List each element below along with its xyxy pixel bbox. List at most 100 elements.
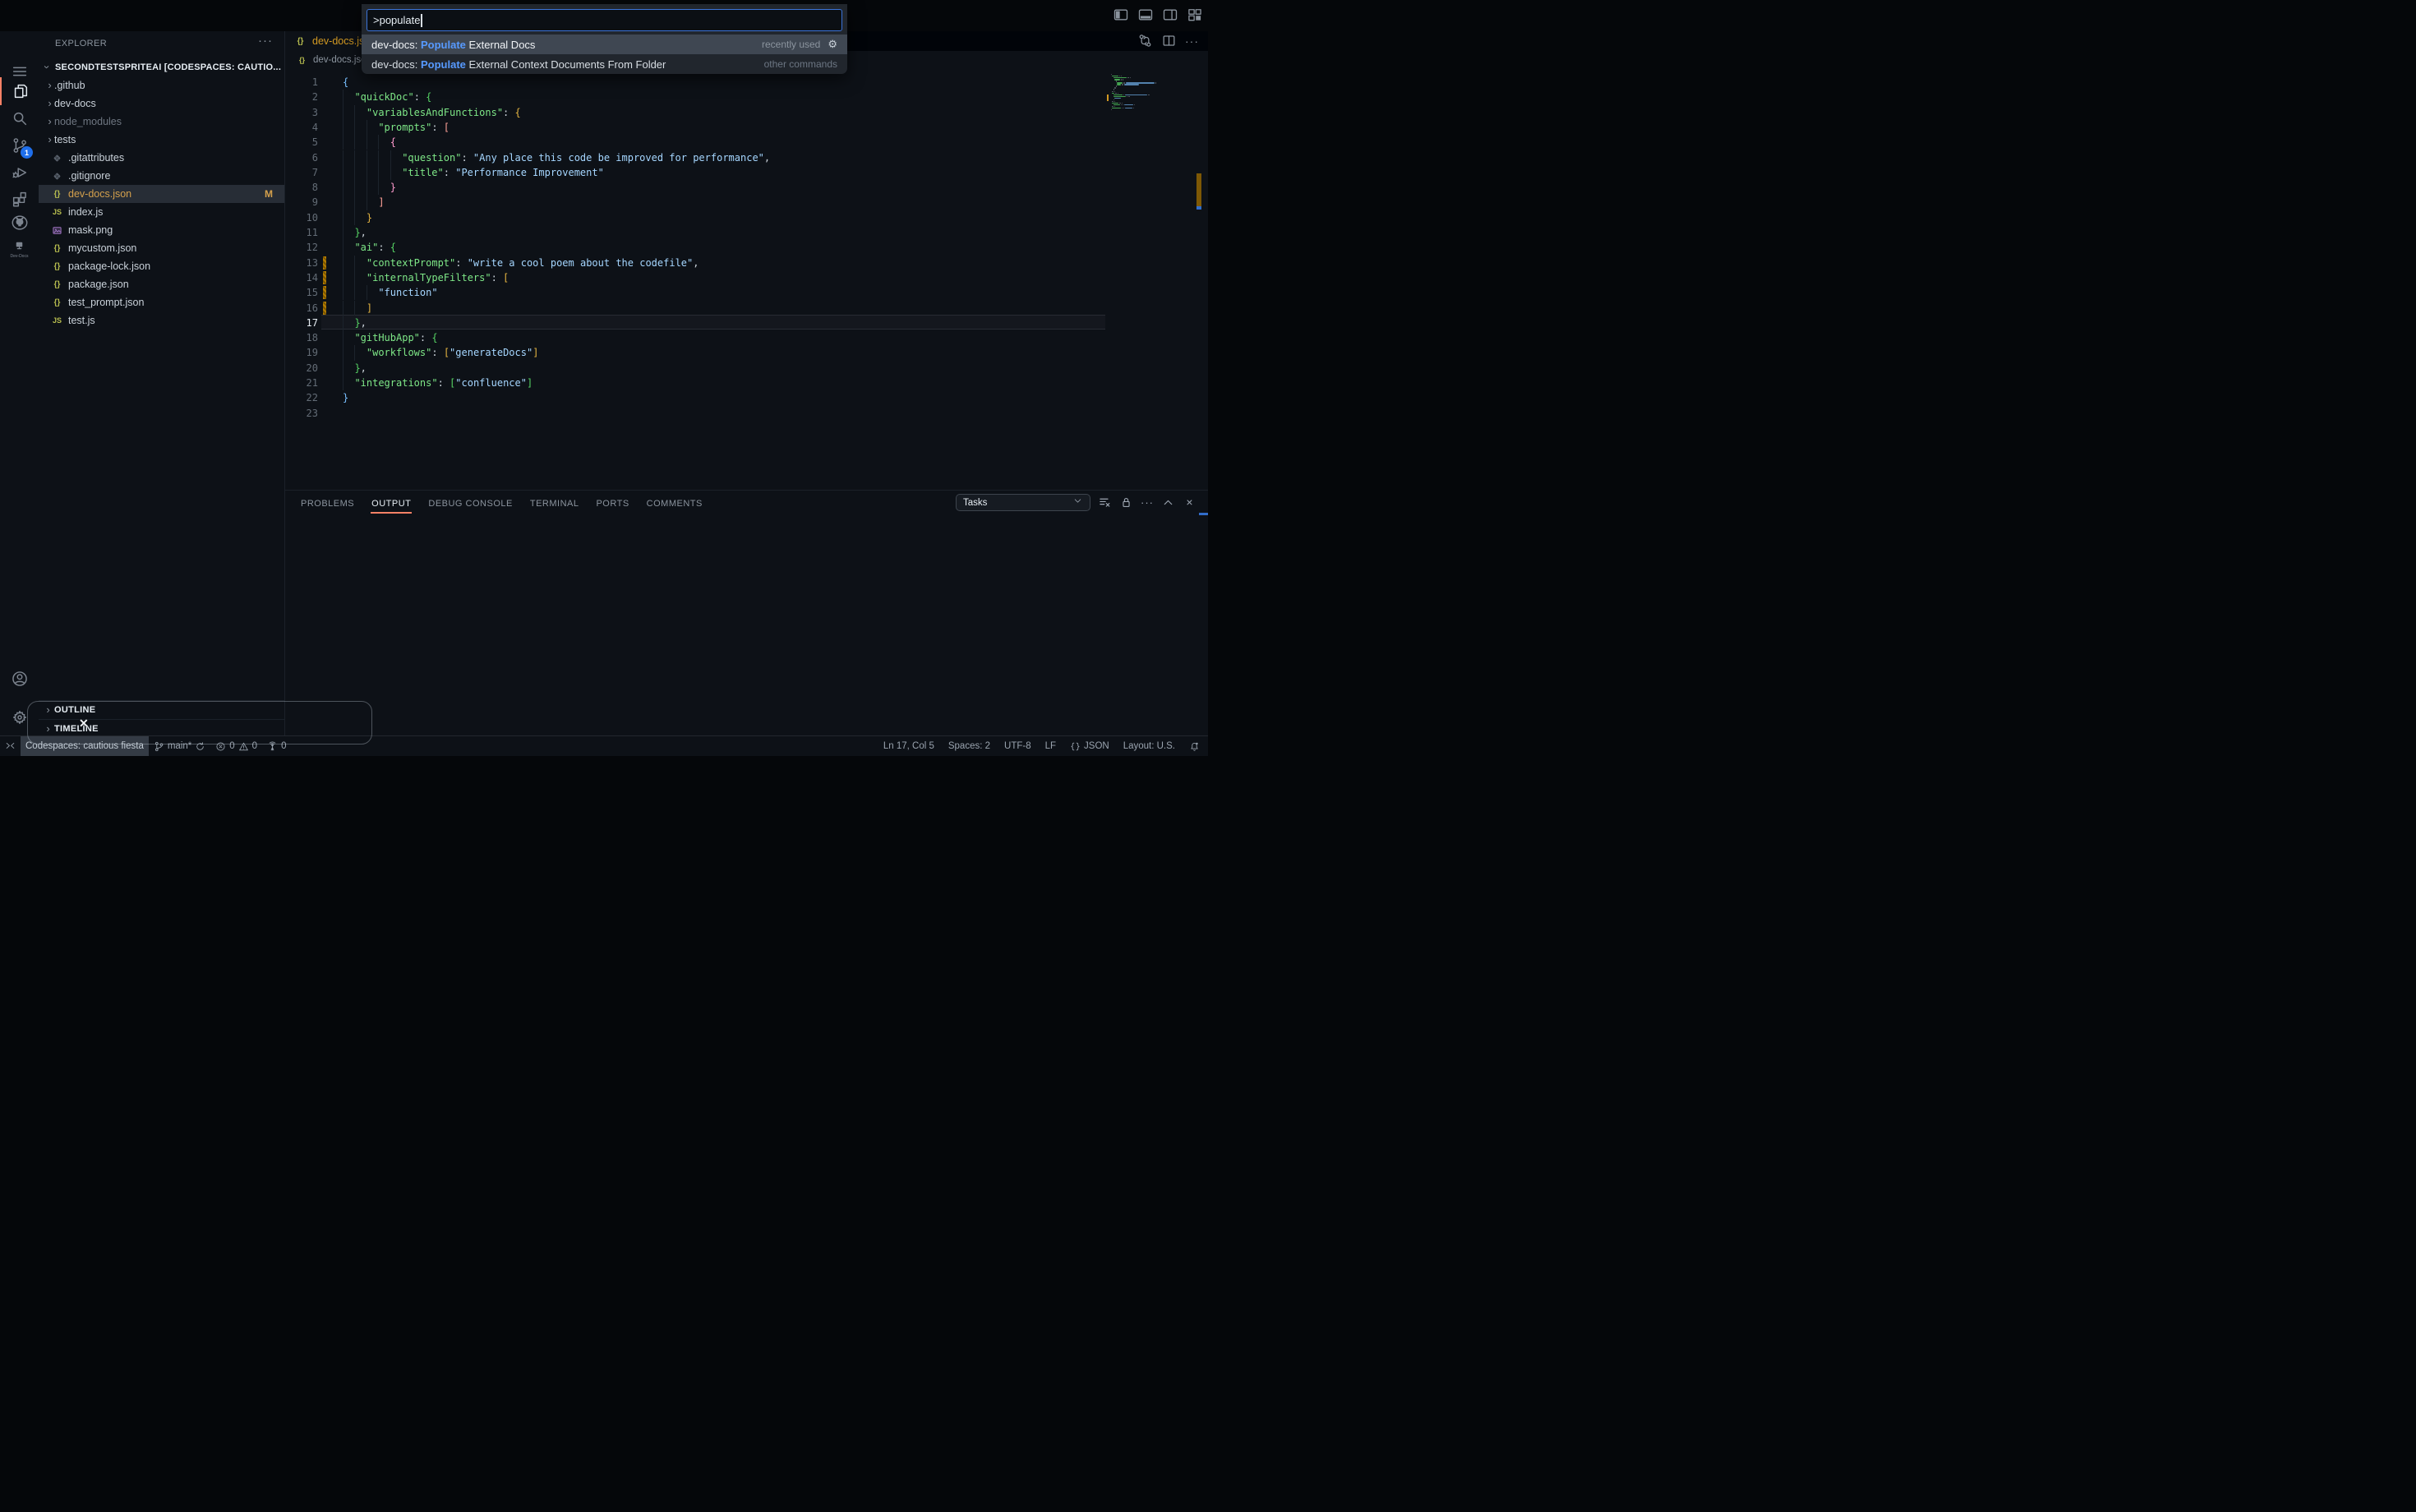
- code-text: "ai": {: [354, 240, 396, 255]
- file-index.js[interactable]: JS index.js: [39, 203, 284, 221]
- line-number: 2: [311, 91, 318, 104]
- clear-output-icon[interactable]: [1098, 496, 1112, 509]
- minimap[interactable]: [1107, 69, 1197, 490]
- explorer-more-actions-icon[interactable]: ···: [258, 34, 273, 48]
- status-notifications[interactable]: [1189, 736, 1200, 756]
- panel-tab-output[interactable]: OUTPUT: [371, 494, 413, 514]
- code-line[interactable]: 7 "title": "Performance Improvement": [285, 164, 1105, 181]
- folder-.github[interactable]: › .github: [39, 76, 284, 94]
- token: :: [413, 91, 426, 104]
- panel-tab-terminal[interactable]: TERMINAL: [529, 494, 580, 514]
- configure-keybinding-icon[interactable]: ⚙: [828, 38, 837, 51]
- status-indentation[interactable]: Spaces: 2: [948, 736, 990, 756]
- code-line[interactable]: 20},: [285, 360, 1105, 376]
- activity-item-github[interactable]: [0, 209, 39, 237]
- more-actions-icon[interactable]: ···: [1185, 33, 1201, 49]
- code-line[interactable]: 14 "internalTypeFilters": [: [285, 270, 1105, 286]
- toggle-secondary-sidebar-icon[interactable]: [1162, 7, 1178, 23]
- code-line[interactable]: 17},: [285, 315, 1105, 331]
- file-.gitattributes[interactable]: .gitattributes: [39, 149, 284, 167]
- lock-icon[interactable]: [1119, 496, 1133, 509]
- file-label: package.json: [68, 279, 129, 290]
- file-test.js[interactable]: JS test.js: [39, 311, 284, 330]
- explorer-root-folder[interactable]: › SECONDTESTSPRITEAI [CODESPACES: CAUTIO…: [39, 58, 284, 76]
- code-line[interactable]: 22}: [285, 390, 1105, 405]
- code-line[interactable]: 8}: [285, 180, 1105, 196]
- file-.gitignore[interactable]: .gitignore: [39, 167, 284, 185]
- code-line[interactable]: 11},: [285, 225, 1105, 241]
- folder-tests[interactable]: › tests: [39, 131, 284, 149]
- file-mycustom.json[interactable]: {} mycustom.json: [39, 239, 284, 257]
- section-outline[interactable]: › OUTLINE: [39, 700, 284, 719]
- tower-icon: [267, 740, 278, 752]
- code-line[interactable]: 21 "integrations": ["confluence"]: [285, 376, 1105, 391]
- status-encoding[interactable]: UTF-8: [1004, 736, 1031, 756]
- code-line[interactable]: 9]: [285, 195, 1105, 210]
- code-editor[interactable]: 1{2 "quickDoc": {3 "variablesAndFunctions"…: [285, 69, 1105, 490]
- code-line[interactable]: 1{: [285, 75, 1105, 90]
- file-package.json[interactable]: {} package.json: [39, 275, 284, 293]
- split-editor-icon[interactable]: [1161, 33, 1178, 49]
- file-test_prompt.json[interactable]: {} test_prompt.json: [39, 293, 284, 311]
- code-line[interactable]: 3 "variablesAndFunctions": {: [285, 104, 1105, 120]
- open-changes-icon[interactable]: [1137, 33, 1154, 49]
- code-line[interactable]: 2 "quickDoc": {: [285, 90, 1105, 105]
- minimap-line: [1113, 94, 1123, 95]
- command-palette: >populate dev-docs: Populate External Do…: [362, 4, 847, 74]
- indent-guide: [378, 135, 380, 150]
- code-line[interactable]: 18 "gitHubApp": {: [285, 330, 1105, 346]
- minimap-line: [1155, 82, 1157, 84]
- panel-tab-debug-console[interactable]: DEBUG CONSOLE: [427, 494, 513, 514]
- status-language-mode[interactable]: JSON: [1070, 736, 1109, 756]
- panel-tab-comments[interactable]: COMMENTS: [646, 494, 703, 514]
- status-left: Codespaces: cautious fiesta main* 0 0 0: [0, 736, 291, 756]
- activity-item-run-debug[interactable]: [0, 159, 39, 187]
- status-keyboard-layout[interactable]: Layout: U.S.: [1123, 736, 1175, 756]
- status-text: 0: [229, 741, 235, 751]
- toggle-panel-icon[interactable]: [1137, 7, 1154, 23]
- panel-more-icon[interactable]: ···: [1141, 496, 1154, 509]
- code-line[interactable]: 16]: [285, 300, 1105, 316]
- folder-dev-docs[interactable]: › dev-docs: [39, 94, 284, 113]
- file-mask.png[interactable]: mask.png: [39, 221, 284, 239]
- status-remote-indicator[interactable]: [0, 736, 21, 756]
- activity-item-settings[interactable]: [0, 703, 39, 731]
- status-eol[interactable]: LF: [1045, 736, 1056, 756]
- panel-tab-ports[interactable]: PORTS: [595, 494, 629, 514]
- activity-item-source-control[interactable]: 1: [0, 131, 39, 159]
- close-panel-icon[interactable]: ×: [1183, 496, 1196, 509]
- status-cursor-position[interactable]: Ln 17, Col 5: [883, 736, 934, 756]
- activity-item-explorer[interactable]: [0, 77, 39, 105]
- file-package-lock.json[interactable]: {} package-lock.json: [39, 257, 284, 275]
- folder-node_modules[interactable]: › node_modules: [39, 113, 284, 131]
- code-line[interactable]: 5{: [285, 135, 1105, 150]
- panel-tab-problems[interactable]: PROBLEMS: [300, 494, 355, 514]
- palette-result-1[interactable]: dev-docs: Populate External Context Docu…: [362, 54, 847, 74]
- code-line[interactable]: 13 "contextPrompt": "write a cool poem ab…: [285, 255, 1105, 270]
- output-channel-select[interactable]: Tasks: [956, 494, 1090, 511]
- palette-result-0[interactable]: dev-docs: Populate External Docs recently…: [362, 35, 847, 54]
- status-git-branch[interactable]: main*: [149, 736, 210, 756]
- status-codespaces-host[interactable]: Codespaces: cautious fiesta: [21, 736, 149, 756]
- activity-item-account[interactable]: [0, 665, 39, 693]
- git-file-icon: [50, 171, 64, 182]
- code-text: },: [354, 316, 366, 330]
- status-problems-summary[interactable]: 00: [210, 736, 262, 756]
- toggle-primary-sidebar-icon[interactable]: [1113, 7, 1129, 23]
- code-line[interactable]: 6 "question": "Any place this code be imp…: [285, 150, 1105, 165]
- maximize-panel-icon[interactable]: [1161, 496, 1175, 509]
- code-line[interactable]: 12 "ai": {: [285, 240, 1105, 256]
- code-line[interactable]: 19 "workflows": ["generateDocs"]: [285, 345, 1105, 361]
- vscode-window: 1 Dev-Docs EXPLORER ··· › SECONDTESTSPRIT…: [0, 0, 1208, 756]
- code-line[interactable]: 4 "prompts": [: [285, 119, 1105, 136]
- code-line[interactable]: 10}: [285, 210, 1105, 225]
- file-dev-docs.json[interactable]: {} dev-docs.json M: [39, 185, 284, 203]
- code-line[interactable]: 15 "function": [285, 285, 1105, 301]
- customize-layout-icon[interactable]: [1187, 7, 1203, 23]
- activity-item-dev-docs[interactable]: Dev-Docs: [0, 234, 39, 262]
- indent-guide: [354, 255, 356, 270]
- command-palette-input[interactable]: >populate: [367, 9, 842, 31]
- activity-item-search[interactable]: [0, 104, 39, 132]
- status-forwarded-ports[interactable]: 0: [262, 736, 291, 756]
- code-line[interactable]: 23: [285, 406, 1105, 421]
